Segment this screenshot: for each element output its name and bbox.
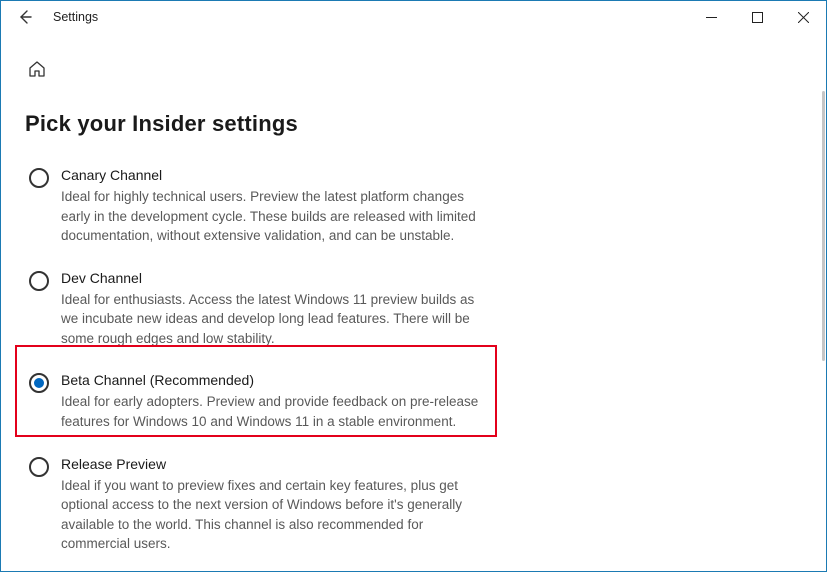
close-icon [798,12,809,23]
option-label: Dev Channel [61,270,481,286]
maximize-button[interactable] [734,1,780,33]
back-button[interactable] [9,1,41,33]
option-description: Ideal for highly technical users. Previe… [61,187,481,246]
radio-dev[interactable] [29,271,49,291]
insider-options: Canary Channel Ideal for highly technica… [25,161,485,572]
minimize-button[interactable] [688,1,734,33]
page-title: Pick your Insider settings [25,111,802,137]
radio-beta[interactable] [29,373,49,393]
window-title: Settings [53,10,98,24]
option-body: Dev Channel Ideal for enthusiasts. Acces… [61,270,481,349]
option-body: Beta Channel (Recommended) Ideal for ear… [61,372,481,431]
option-description: Ideal for early adopters. Preview and pr… [61,392,481,431]
option-label: Beta Channel (Recommended) [61,372,481,388]
minimize-icon [706,12,717,23]
option-release[interactable]: Release Preview Ideal if you want to pre… [25,450,485,572]
close-button[interactable] [780,1,826,33]
home-icon [27,59,47,79]
option-description: Ideal for enthusiasts. Access the latest… [61,290,481,349]
settings-window: Settings Pick your Insider settings Cana… [0,0,827,572]
option-beta[interactable]: Beta Channel (Recommended) Ideal for ear… [25,366,485,449]
option-dev[interactable]: Dev Channel Ideal for enthusiasts. Acces… [25,264,485,367]
arrow-left-icon [17,9,33,25]
window-controls [688,1,826,33]
radio-release[interactable] [29,457,49,477]
option-description: Ideal if you want to preview fixes and c… [61,476,481,554]
option-label: Canary Channel [61,167,481,183]
titlebar: Settings [1,1,826,33]
option-label: Release Preview [61,456,481,472]
radio-canary[interactable] [29,168,49,188]
content-area: Pick your Insider settings Canary Channe… [1,83,826,572]
nav-row [1,33,826,83]
option-canary[interactable]: Canary Channel Ideal for highly technica… [25,161,485,264]
home-button[interactable] [23,55,51,83]
option-body: Canary Channel Ideal for highly technica… [61,167,481,246]
scrollbar[interactable] [822,91,825,361]
maximize-icon [752,12,763,23]
option-body: Release Preview Ideal if you want to pre… [61,456,481,554]
